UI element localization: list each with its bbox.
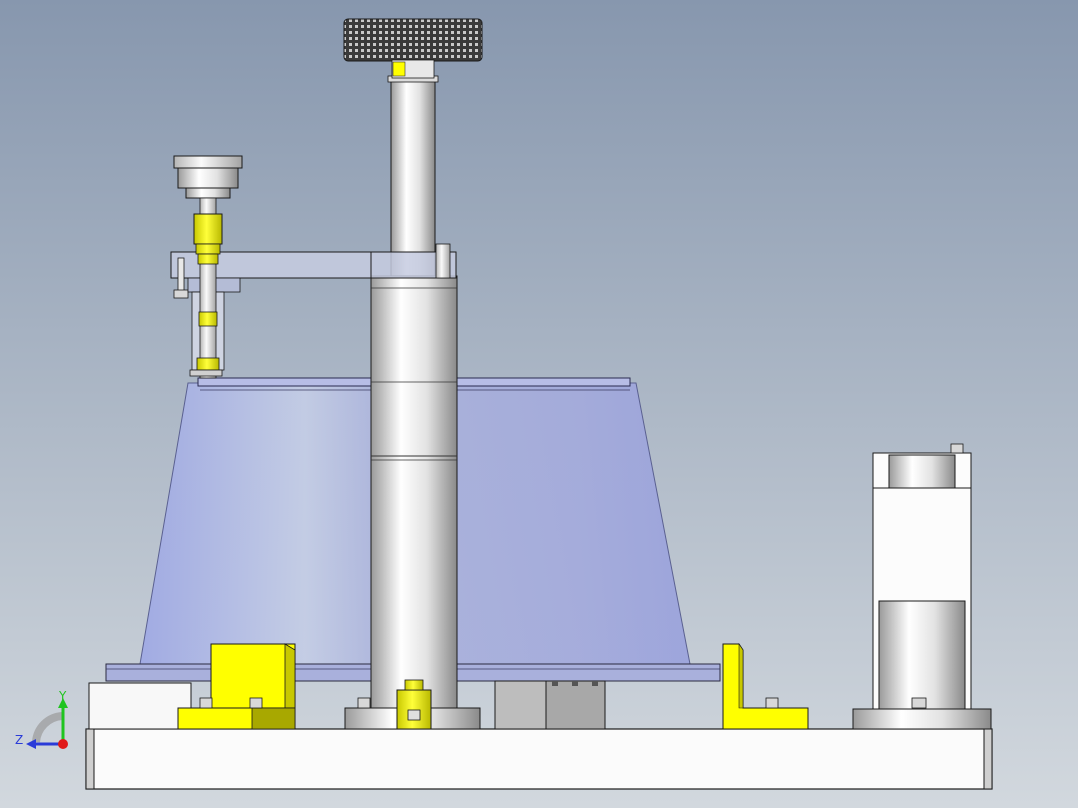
right-actuator-housing[interactable] (852, 443, 992, 730)
triad-z-label: Z (15, 733, 23, 747)
gray-sensor-blocks[interactable] (494, 680, 606, 730)
left-support-block[interactable] (88, 682, 192, 730)
cad-model-view[interactable]: Y Z (0, 0, 1078, 808)
cad-viewport[interactable]: Y Z (0, 0, 1078, 808)
triad-y-label: Y (58, 689, 67, 703)
base-plate[interactable] (85, 728, 993, 790)
x-axis-origin-icon (58, 739, 68, 749)
